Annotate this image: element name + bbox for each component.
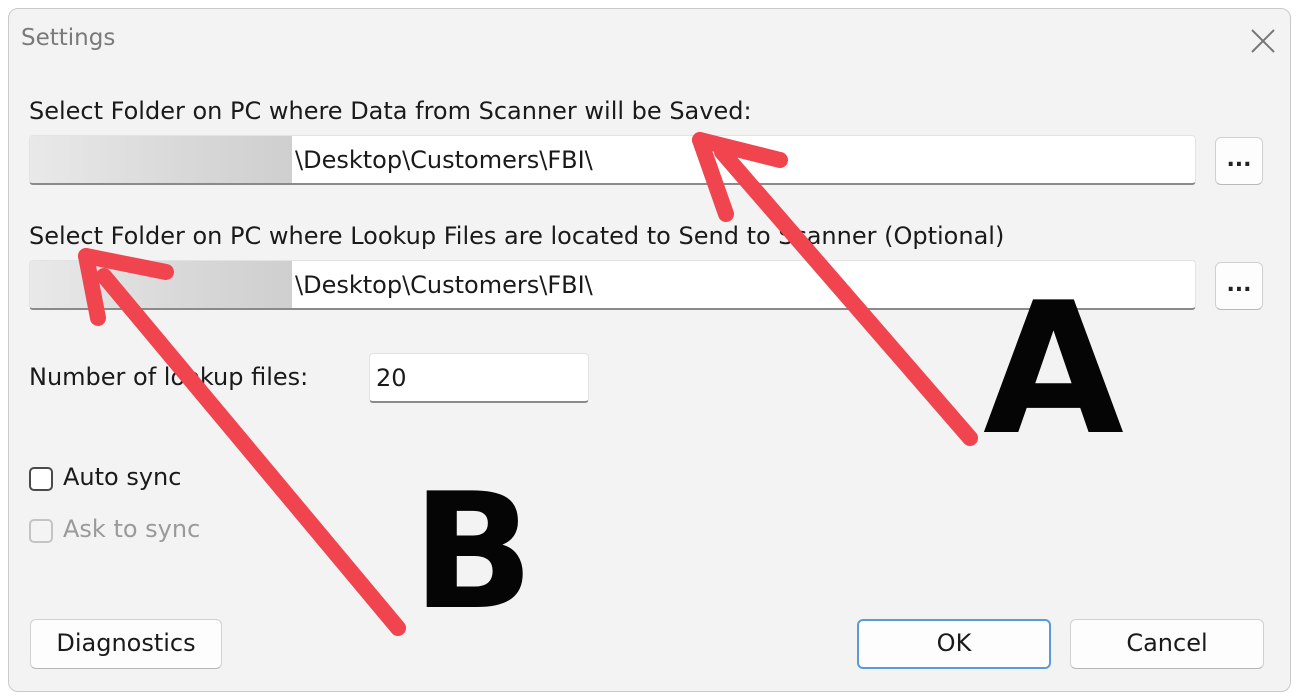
- lookup-count-label: Number of lookup files:: [29, 363, 309, 391]
- close-x-icon: [1251, 29, 1275, 53]
- auto-sync-label[interactable]: Auto sync: [63, 463, 181, 491]
- lookup-count-input[interactable]: 20: [369, 353, 589, 403]
- annotation-letter-b: B: [412, 458, 534, 645]
- redacted-path-segment: [30, 261, 292, 308]
- auto-sync-checkbox[interactable]: [29, 467, 53, 491]
- lookup-folder-path: \Desktop\Customers\FBI\: [295, 271, 593, 299]
- data-folder-input[interactable]: \Desktop\Customers\FBI\: [29, 135, 1196, 185]
- redacted-path-segment: [30, 136, 292, 183]
- data-folder-label: Select Folder on PC where Data from Scan…: [29, 97, 752, 125]
- diagnostics-button[interactable]: Diagnostics: [30, 619, 222, 669]
- ask-to-sync-label: Ask to sync: [63, 515, 201, 543]
- data-folder-browse-button[interactable]: ...: [1215, 137, 1263, 185]
- lookup-folder-browse-button[interactable]: ...: [1215, 262, 1263, 310]
- lookup-folder-label: Select Folder on PC where Lookup Files a…: [29, 222, 1005, 250]
- data-folder-path: \Desktop\Customers\FBI\: [295, 146, 593, 174]
- ok-button[interactable]: OK: [857, 619, 1051, 669]
- close-button[interactable]: [1243, 21, 1283, 61]
- annotation-letter-a: A: [983, 263, 1124, 475]
- ask-to-sync-checkbox[interactable]: [29, 519, 53, 543]
- window-title: Settings: [21, 25, 116, 51]
- cancel-button[interactable]: Cancel: [1070, 619, 1264, 669]
